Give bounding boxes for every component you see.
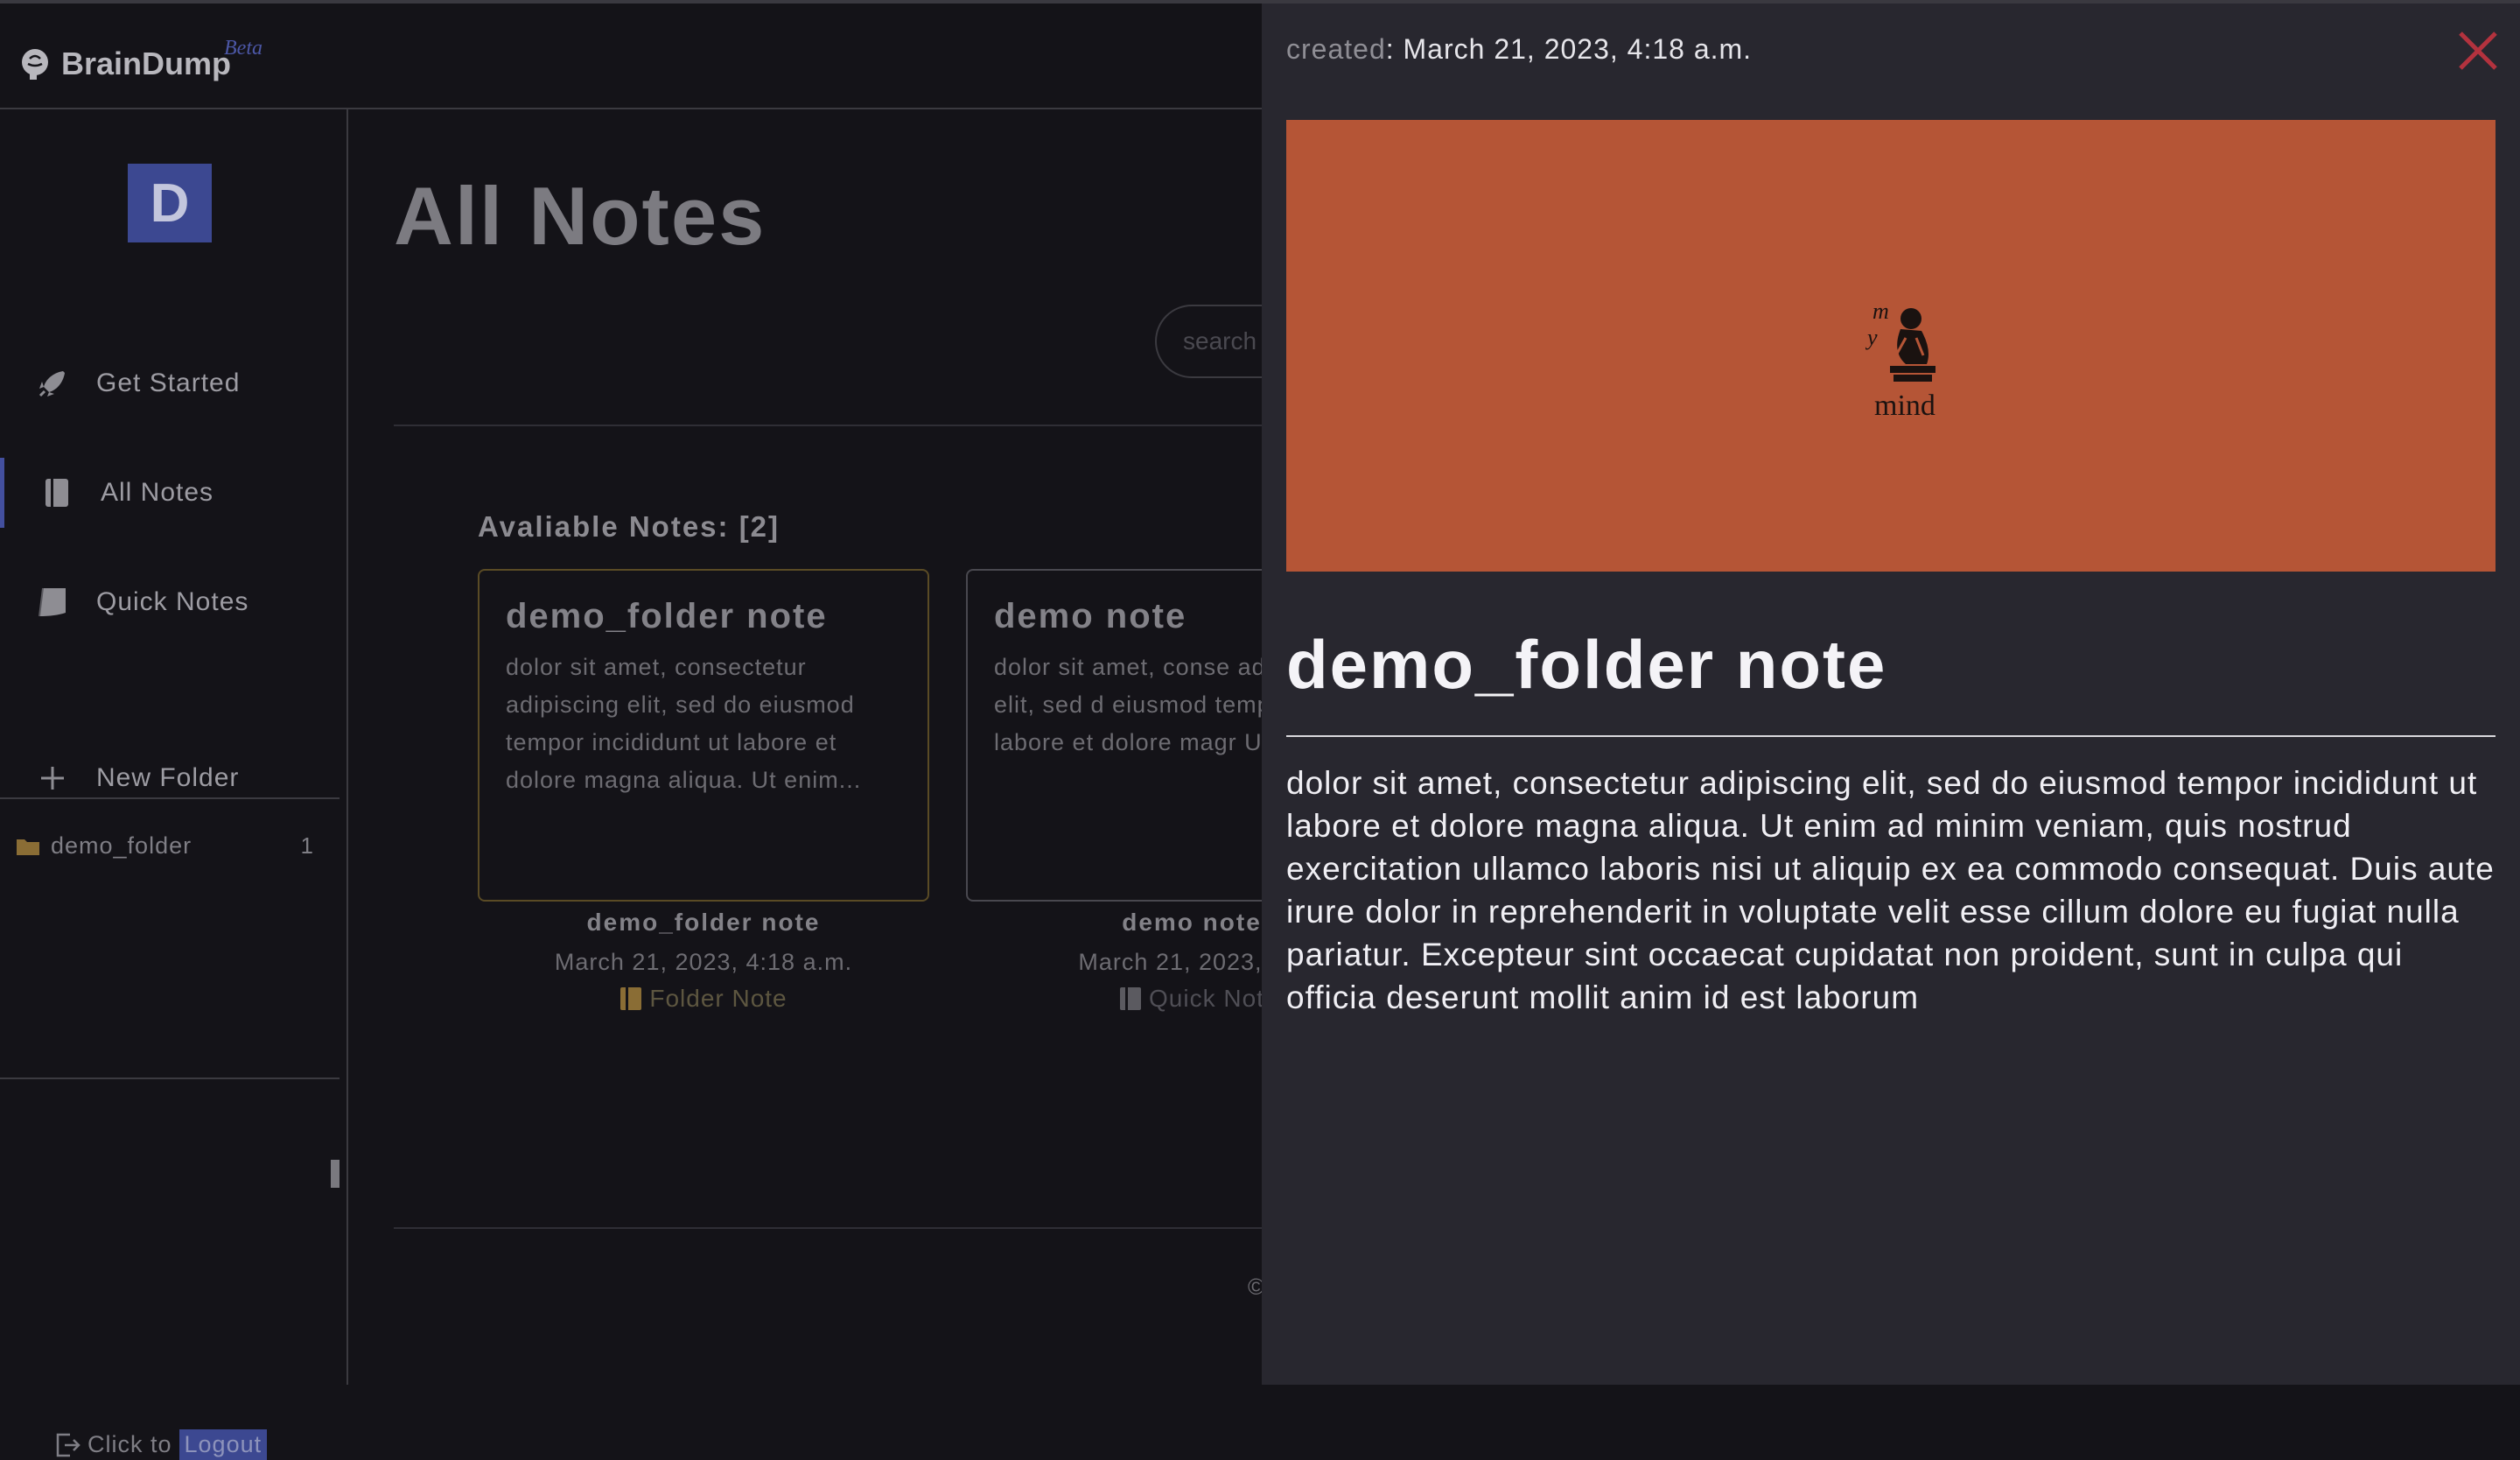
notebook-icon [1120, 987, 1142, 1010]
brand-logo[interactable]: BrainDump Beta [18, 37, 262, 82]
divider [394, 425, 1269, 426]
folder-item-demo-folder[interactable]: demo_folder 1 [16, 832, 313, 860]
logout-icon [56, 1433, 80, 1456]
svg-text:y: y [1866, 325, 1878, 350]
logout-link[interactable]: Logout [178, 1429, 268, 1460]
note-cover-image: m y mind [1286, 120, 2496, 572]
note-meta-title: demo_folder note [586, 909, 821, 936]
folder-icon [17, 839, 39, 855]
page-title: All Notes [394, 170, 766, 262]
folder-count: 1 [300, 832, 313, 859]
top-bar: BrainDump Beta [0, 0, 1262, 109]
notebook-icon [39, 475, 74, 510]
new-folder-button[interactable]: New Folder [0, 743, 346, 813]
note-card-excerpt: dolor sit amet, consectetur adipiscing e… [506, 654, 862, 793]
note-detail-panel: created: March 21, 2023, 4:18 a.m. m y m… [1262, 0, 2520, 1385]
close-icon [2459, 32, 2497, 70]
beta-badge: Beta [224, 37, 262, 60]
sidebar-item-label: All Notes [101, 478, 214, 507]
avatar[interactable]: D [128, 164, 212, 242]
divider [0, 1077, 340, 1079]
divider [0, 797, 340, 799]
sidebar-item-label: Get Started [96, 369, 241, 397]
note-card[interactable]: demo_folder note dolor sit amet, consect… [478, 569, 929, 902]
note-meta-date: March 21, 2023, 4:18 a.m. [554, 949, 853, 975]
scrollbar-thumb[interactable] [331, 1160, 340, 1188]
note-meta-type: Folder Note [478, 985, 929, 1013]
logout-area: Click to Logout [54, 1429, 268, 1460]
brain-icon [22, 49, 48, 80]
note-title: demo_folder note [1286, 626, 1887, 703]
note-card-title: demo_folder note [506, 597, 828, 635]
close-button[interactable] [2454, 26, 2502, 75]
sidebar: D Get Started All Notes Quick Notes New … [0, 109, 351, 1460]
plus-icon [35, 761, 70, 796]
sidebar-item-get-started[interactable]: Get Started [0, 348, 346, 418]
sidebar-item-quick-notes[interactable]: Quick Notes [0, 567, 346, 637]
divider [394, 1227, 1269, 1229]
created-value: : March 21, 2023, 4:18 a.m. [1385, 33, 1753, 65]
app-name: BrainDump [61, 46, 232, 81]
thinker-logo-icon: m y mind [1866, 299, 1936, 422]
new-folder-label: New Folder [96, 763, 240, 792]
notebook-icon [620, 987, 642, 1010]
divider [1286, 735, 2496, 737]
main-content: All Notes search Avaliable Notes: [2] de… [348, 109, 1418, 1385]
note-body: dolor sit amet, consectetur adipiscing e… [1286, 765, 2495, 1015]
created-timestamp: created: March 21, 2023, 4:18 a.m. [1286, 33, 1752, 66]
rocket-icon [35, 366, 70, 401]
quick-note-icon [35, 585, 70, 620]
sidebar-item-all-notes[interactable]: All Notes [0, 458, 351, 528]
svg-text:m: m [1872, 299, 1889, 324]
logout-prefix: Click to [88, 1431, 172, 1457]
sidebar-item-label: Quick Notes [96, 587, 249, 616]
folder-name: demo_folder [51, 832, 192, 859]
note-meta: demo_folder note March 21, 2023, 4:18 a.… [478, 909, 929, 1013]
created-label: created [1286, 33, 1386, 65]
available-notes-count: Avaliable Notes: [2] [478, 510, 780, 543]
svg-text:mind: mind [1874, 390, 1936, 422]
